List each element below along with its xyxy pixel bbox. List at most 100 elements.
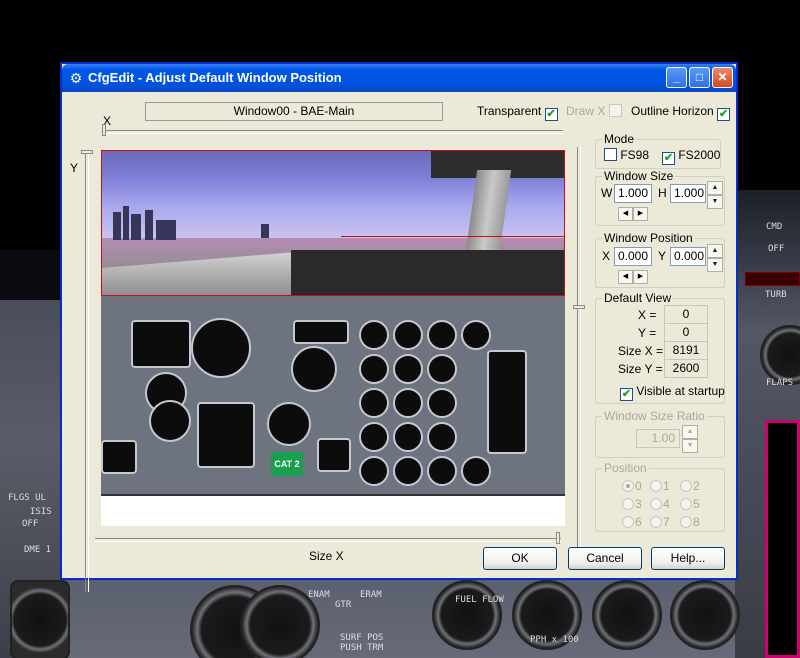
x-slider-thumb[interactable] (102, 124, 106, 136)
visible-at-startup-checkbox[interactable]: ✔ Visible at startup (620, 384, 725, 401)
spin-down-icon[interactable]: ▼ (707, 195, 723, 209)
position-radio-1: 1 (650, 479, 670, 493)
preview-instrument (359, 354, 389, 384)
background-label: FUEL FLOW (455, 595, 504, 605)
dv-y-value: 0 (664, 323, 708, 342)
help-button[interactable]: Help... (651, 547, 725, 570)
spin-down-icon: ▼ (682, 439, 698, 453)
pos-x-label: X (602, 249, 611, 263)
dv-sizey-value: 2600 (664, 359, 708, 378)
pos-y-label: Y (658, 249, 667, 263)
fs98-check-box[interactable] (604, 148, 617, 161)
window-x-input[interactable]: 0.000 (614, 247, 652, 266)
mode-group-label: Mode (602, 132, 637, 146)
size-x-slider-thumb[interactable] (556, 532, 560, 544)
panel-preview[interactable]: CAT 2 (101, 150, 565, 526)
transparent-checkbox[interactable]: Transparent ✔ (477, 104, 558, 121)
app-icon: ⚙ (69, 70, 83, 86)
preview-instrument (427, 388, 457, 418)
spin-left-icon[interactable]: ◀ (618, 270, 633, 284)
width-spinner[interactable]: ◀ ▶ (618, 207, 648, 221)
outline-horizon-label: Outline Horizon (631, 104, 714, 118)
minimize-button[interactable]: _ (666, 67, 687, 88)
size-y-slider[interactable] (577, 147, 581, 547)
preview-instrument (131, 320, 191, 368)
preview-instrument (461, 456, 491, 486)
window-size-group: Window Size W 1.000 H 1.000 ▲ ▼ ◀ ▶ (595, 169, 725, 226)
background-display (765, 420, 800, 658)
preview-instrument (427, 354, 457, 384)
adjust-window-position-dialog: ⚙ CfgEdit - Adjust Default Window Positi… (61, 63, 737, 592)
fs98-label: FS98 (620, 148, 650, 162)
dv-sizex-label: Size X = (618, 344, 664, 358)
x-position-slider[interactable] (103, 130, 563, 134)
background-label: DME 1 (24, 545, 52, 555)
preview-instrument (101, 440, 137, 474)
radio-label: 4 (663, 497, 670, 511)
height-spinner[interactable]: ▲ ▼ (707, 181, 723, 209)
spin-left-icon[interactable]: ◀ (618, 207, 633, 221)
radio-label: 3 (635, 497, 642, 511)
window-position-group: Window Position X 0.000 Y 0.000 ▲ ▼ ◀ ▶ (595, 231, 725, 288)
preview-building (131, 214, 141, 240)
radio-selected-icon (622, 480, 634, 492)
fs2000-check-icon[interactable]: ✔ (662, 152, 675, 165)
preview-instrument (267, 402, 311, 446)
y-position-slider[interactable] (85, 152, 89, 592)
size-x-slider[interactable] (95, 538, 561, 542)
spin-right-icon[interactable]: ▶ (633, 207, 648, 221)
position-radio-4: 4 (650, 497, 670, 511)
outline-horizon-checkbox[interactable]: Outline Horizon ✔ (631, 104, 731, 121)
window-y-input[interactable]: 0.000 (670, 247, 706, 266)
background-label: FLGS UL (8, 493, 46, 503)
x-position-spinner[interactable]: ◀ ▶ (618, 270, 648, 284)
transparent-check-icon[interactable]: ✔ (544, 108, 558, 121)
size-y-slider-thumb[interactable] (573, 305, 585, 309)
cancel-button[interactable]: Cancel (568, 547, 642, 570)
position-group-label: Position (602, 461, 649, 475)
background-label: GTR (335, 600, 352, 610)
position-radio-0: 0 (622, 479, 642, 493)
window-width-input[interactable]: 1.000 (614, 184, 652, 203)
dv-x-label: X = (638, 308, 657, 322)
dv-x-value: 0 (664, 305, 708, 324)
outline-horizon-check-icon[interactable]: ✔ (717, 108, 731, 121)
height-label: H (658, 186, 667, 200)
background-gauge (592, 580, 662, 650)
spin-up-icon: ▲ (682, 425, 698, 439)
title-bar[interactable]: ⚙ CfgEdit - Adjust Default Window Positi… (62, 64, 736, 92)
preview-instrument (427, 456, 457, 486)
visible-at-startup-label: Visible at startup (636, 384, 725, 398)
background-gauge (670, 580, 740, 650)
spin-down-icon[interactable]: ▼ (707, 258, 723, 272)
background-label: PUSH TRM (340, 643, 384, 653)
fs98-checkbox[interactable]: FS98 (604, 148, 649, 162)
position-radio-3: 3 (622, 497, 642, 511)
window-height-input[interactable]: 1.000 (670, 184, 706, 203)
spin-up-icon[interactable]: ▲ (707, 244, 723, 258)
fs2000-checkbox[interactable]: ✔ FS2000 (662, 148, 720, 165)
ok-button[interactable]: OK (483, 547, 557, 570)
maximize-button[interactable]: □ (689, 67, 710, 88)
radio-label: 1 (663, 479, 670, 493)
y-slider-thumb[interactable] (81, 150, 93, 154)
radio-label: 0 (635, 479, 642, 493)
preview-instrument (359, 320, 389, 350)
radio-icon (650, 516, 662, 528)
ratio-spinner: ▲ ▼ (682, 425, 698, 453)
preview-instrument (393, 320, 423, 350)
preview-instrument (393, 388, 423, 418)
preview-instrument (487, 350, 527, 454)
background-label: ERAM (360, 590, 382, 600)
preview-instrument (191, 318, 251, 378)
y-slider-label: Y (70, 161, 79, 175)
visible-check-icon[interactable]: ✔ (620, 388, 633, 401)
spin-right-icon[interactable]: ▶ (633, 270, 648, 284)
background-label: FLAPS (766, 378, 794, 388)
background-annunciator (745, 272, 800, 286)
close-button[interactable]: ✕ (712, 67, 733, 88)
position-radio-8: 8 (680, 515, 700, 529)
spin-up-icon[interactable]: ▲ (707, 181, 723, 195)
y-position-spinner[interactable]: ▲ ▼ (707, 244, 723, 272)
dv-y-label: Y = (638, 326, 657, 340)
